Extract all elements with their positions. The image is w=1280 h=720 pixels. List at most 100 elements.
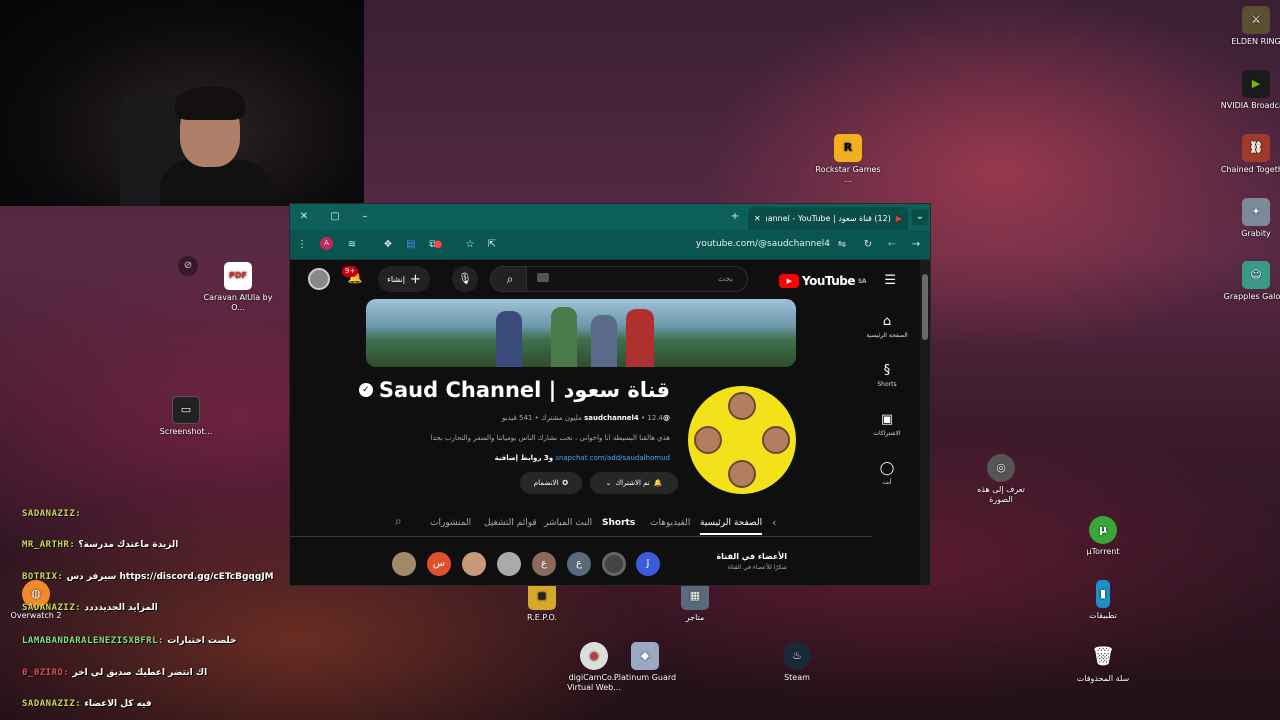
join-label: الانضمام [533,479,559,487]
home-icon: ⌂ [882,314,892,329]
desktop-icon-grabity[interactable]: ✦ Grabity [1220,198,1280,239]
browser-tab[interactable]: ✕ (12) قناة سعود | Saud Channel - YouTub… [748,207,908,230]
rail-subscriptions[interactable]: ▣ الاشتراكات [862,412,912,437]
menu-dots-icon[interactable]: ⋮ [294,237,310,253]
avatar-face [728,392,756,420]
youtube-favicon-icon: ▶ [895,214,902,223]
tab-close-icon[interactable]: ✕ [754,214,761,223]
tab-videos[interactable]: الفيديوهات [650,518,690,528]
close-icon[interactable]: ✕ [296,209,312,225]
create-label: إنشاء [387,274,405,284]
banner-person [496,311,522,367]
member-avatar[interactable]: J [636,552,660,576]
rail-shorts[interactable]: § Shorts [862,363,912,388]
account-avatar[interactable] [308,268,330,290]
repo-icon: ◼ [528,582,556,610]
desktop-icon-chained-together[interactable]: ⛓ Chained Together [1220,134,1280,175]
desktop-icon-recycle-bin[interactable]: 🗑 سلة المحذوفات [1067,643,1139,684]
search-input[interactable]: بحث [526,266,748,292]
tabs-divider [290,536,872,537]
chat-username: SADANAZIZ: [22,699,82,709]
chat-username: MR_ARTHR: [22,540,76,550]
member-avatar[interactable] [462,552,486,576]
verified-icon: ✓ [358,383,373,397]
tab-posts[interactable]: المنشورات [430,518,471,528]
desktop-icon-learn-image[interactable]: ◎ تعرف إلى هذه الصورة [965,454,1037,505]
desktop-icon-apps[interactable]: ▮ تطبيقات [1067,580,1139,621]
keyboard-icon[interactable] [537,273,549,282]
youtube-page: 🔔 9+ إنشاء + 🎙 ⌕ بحث ▶ YouTube SA ☰ ⌂ ال… [290,260,922,585]
rail-home[interactable]: ⌂ الصفحة الرئيسية [862,314,912,339]
member-avatar[interactable] [602,552,626,576]
desktop-icon-utorrent[interactable]: µ µTorrent [1067,516,1139,557]
bookmark-star-icon[interactable]: ☆ [462,237,478,253]
profile-icon[interactable]: A [320,237,333,250]
install-icon[interactable]: ⇱ [484,237,500,253]
rail-you[interactable]: ◯ أنت [862,461,912,486]
maximize-icon[interactable]: ▢ [327,209,343,225]
hamburger-menu-icon[interactable]: ☰ [884,273,896,288]
member-avatar[interactable] [392,552,416,576]
channel-link[interactable]: snapchat.com/add/saudalhomud [555,454,670,462]
avatar-face [694,426,722,454]
notification-badge: 9+ [342,266,359,277]
desktop-icon-stores[interactable]: ▦ متاجر [659,582,731,623]
tab-shorts[interactable]: Shorts [602,518,635,528]
member-avatar[interactable]: س [427,552,451,576]
subscribed-button[interactable]: ⌄ تم الاشتراك 🔔 [590,472,678,494]
desktop-icon-label: NVIDIA Broadcast [1220,101,1280,110]
member-avatar[interactable] [497,552,521,576]
desktop-icon-caravan-pdf[interactable]: PDF Caravan AlUla by O... [202,262,274,313]
back-icon[interactable]: → [908,237,924,253]
browser-window[interactable]: ✕ ▢ – + ✕ (12) قناة سعود | Saud Channel … [289,203,931,586]
desktop-icon-label: R.E.P.O. [526,613,558,622]
tab-home[interactable]: الصفحة الرئيسية [700,518,763,535]
desktop-icon-elden-ring[interactable]: ⚔ ELDEN RING [1220,6,1280,47]
desktop-icon-steam[interactable]: ♨ Steam [761,642,833,683]
member-avatar[interactable]: ع [532,552,556,576]
desktop-icon-label: متاجر [685,613,705,622]
search-placeholder: بحث [717,274,733,283]
youtube-logo[interactable]: ▶ YouTube SA [779,274,866,288]
desktop-icon-platinum-guard[interactable]: ◆ Platinum Guard [609,642,681,683]
desktop-icon-grapples-galore[interactable]: ☺ Grapples Galore [1220,261,1280,302]
new-tab-icon[interactable]: + [727,209,743,225]
site-settings-icon[interactable]: ⇋ [834,237,850,253]
tab-playlists[interactable]: قوائم التشغيل [484,518,537,528]
more-links[interactable]: و3 روابط إضافية [495,454,554,462]
tab-live[interactable]: البث المباشر [544,518,592,528]
join-button[interactable]: الانضمام ✪ [520,472,582,494]
minimize-icon[interactable]: – [357,209,373,225]
puzzle-icon[interactable]: ❖ [380,237,396,253]
subscriptions-icon: ▣ [880,412,894,427]
chat-message: SADANAZIZ: فيه كل الاعضاء [22,699,152,709]
tabs-scroll-icon[interactable]: ‹ [772,516,776,529]
voice-search-icon[interactable]: 🎙 [452,266,478,292]
reload-icon[interactable]: ↻ [860,237,876,253]
scrollbar-thumb[interactable] [922,274,928,340]
channel-avatar[interactable] [688,386,796,494]
desktop-icon-overwatch[interactable]: ◍ Overwatch 2 [0,580,72,621]
tab-list-icon[interactable]: ⌄ [912,209,928,225]
streamer-hair [175,86,245,120]
chat-message: SADANAZIZ: [22,509,81,519]
forward-icon[interactable]: ← [884,237,900,253]
address-bar[interactable]: youtube.com/@saudchannel4 [680,239,830,249]
logo-text: YouTube [802,274,856,288]
desktop-icon-repo[interactable]: ◼ R.E.P.O. [506,582,578,623]
desktop-icon-label: سلة المحذوفات [1076,674,1130,683]
tabs-search-icon[interactable]: ⌕ [395,514,402,529]
channel-description[interactable]: هذي هالقنا البسيطة انا واخواني ، نحب نشا… [430,434,670,442]
webcam-overlay [0,0,364,206]
adblock-icon[interactable]: ● [430,237,446,253]
channel-title: ✓ قناة سعود | Saud Channel [358,378,670,402]
create-button[interactable]: إنشاء + [378,266,430,292]
extension-icon[interactable]: ≋ [344,237,360,253]
desktop-icon-screenshot[interactable]: ▭ Screenshot... [150,396,222,437]
translate-icon[interactable]: ▤ [403,237,419,253]
chat-message: SADANAZIZ: المزايد الجديدددد [22,603,158,613]
desktop-icon-nvidia-broadcast[interactable]: ▶ NVIDIA Broadcast [1220,70,1280,111]
member-avatar[interactable]: ع [567,552,591,576]
desktop-icon-rockstar[interactable]: R Rockstar Games ... [812,134,884,185]
search-icon[interactable]: ⌕ [490,266,530,292]
